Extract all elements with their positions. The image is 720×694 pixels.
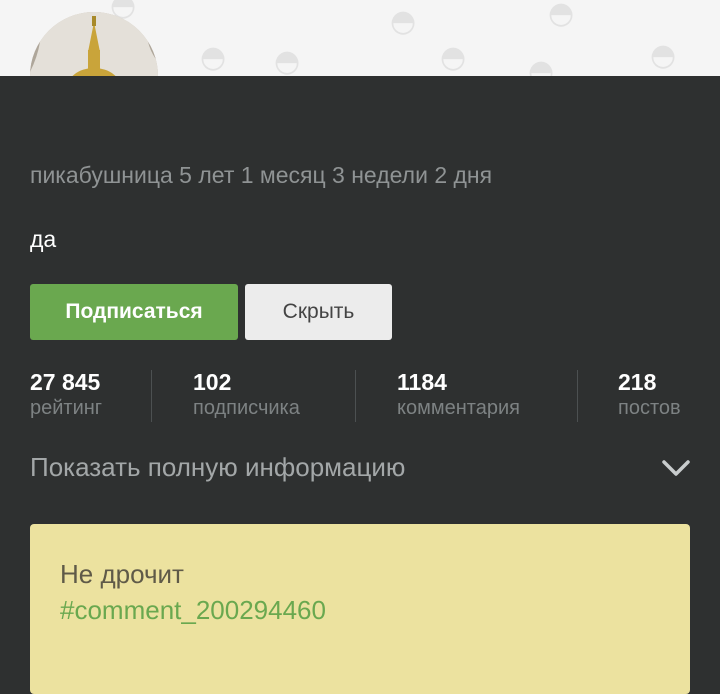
cupcake-icon: ◓	[440, 40, 467, 75]
stat-value: 102	[193, 369, 232, 395]
cupcake-icon: ◓	[390, 4, 417, 39]
cupcake-icon: ◓	[274, 44, 301, 76]
cupcake-icon: ◓	[650, 38, 677, 73]
subscribe-button[interactable]: Подписаться	[30, 284, 238, 340]
stat-subscribers[interactable]: 102 подписчика	[193, 368, 300, 420]
account-age: пикабушница 5 лет 1 месяц 3 недели 2 дня	[30, 162, 493, 188]
stat-posts[interactable]: 218 постов	[618, 368, 681, 420]
chevron-down-icon[interactable]	[660, 458, 692, 478]
stat-divider	[577, 370, 578, 422]
stat-rating: 27 845 рейтинг	[30, 368, 102, 420]
stat-label: комментария	[397, 397, 520, 419]
stat-divider	[151, 370, 152, 422]
cupcake-icon: ◓	[548, 0, 575, 31]
show-full-info-toggle[interactable]: Показать полную информацию	[30, 452, 405, 483]
user-note: Не дрочит #comment_200294460	[30, 524, 690, 694]
cupcake-icon: ◓	[528, 54, 555, 76]
cupcake-icon: ◓	[200, 40, 227, 75]
stat-divider	[355, 370, 356, 422]
profile-section: пикабушница 5 лет 1 месяц 3 недели 2 дня…	[0, 76, 720, 694]
stat-label: подписчика	[193, 397, 300, 419]
stat-value: 27 845	[30, 369, 101, 395]
stat-label: постов	[618, 397, 681, 419]
bio: да	[30, 226, 57, 252]
note-comment-link[interactable]: #comment_200294460	[60, 592, 326, 628]
note-text: Не дрочит	[60, 559, 184, 589]
stat-label: рейтинг	[30, 397, 103, 419]
stat-value: 1184	[397, 369, 447, 395]
hide-button[interactable]: Скрыть	[245, 284, 392, 340]
stat-value: 218	[618, 369, 657, 395]
note-content: Не дрочит #comment_200294460	[60, 556, 326, 628]
stat-comments[interactable]: 1184 комментария	[397, 368, 520, 420]
